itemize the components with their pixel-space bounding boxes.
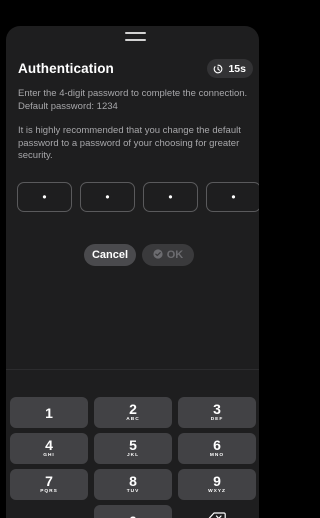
grabber-line (125, 39, 146, 41)
key-digit: 4 (45, 437, 53, 453)
pin-digit-field[interactable]: • (206, 182, 259, 212)
key-7[interactable]: 7 PQRS (10, 469, 88, 500)
ok-button-label: OK (166, 249, 184, 261)
key-9[interactable]: 9 WXYZ (178, 469, 256, 500)
key-digit: 8 (129, 473, 137, 489)
grabber-line (125, 32, 146, 34)
backspace-icon (208, 511, 226, 518)
key-2[interactable]: 2 ABC (94, 397, 172, 428)
key-digit: 5 (129, 437, 137, 453)
key-digit: 6 (213, 437, 221, 453)
key-letters: TUV (126, 489, 140, 494)
countdown-timer: 15s (207, 59, 253, 78)
key-letters: MNO (209, 453, 225, 458)
ok-button[interactable]: OK (142, 244, 194, 266)
delete-key[interactable] (178, 505, 256, 518)
timer-value: 15s (228, 62, 246, 75)
key-letters: DEF (210, 417, 224, 422)
key-letters: WXYZ (208, 489, 226, 494)
key-digit: 9 (213, 473, 221, 489)
authentication-sheet: Authentication 15s Enter the 4-digit pas… (6, 26, 259, 518)
key-3[interactable]: 3 DEF (178, 397, 256, 428)
key-letters: GHI (43, 453, 55, 458)
key-5[interactable]: 5 JKL (94, 433, 172, 464)
key-letters: ABC (126, 417, 140, 422)
key-4[interactable]: 4 GHI (10, 433, 88, 464)
key-digit: 2 (129, 401, 137, 417)
recommendation-text: It is highly recommended that you change… (18, 125, 241, 161)
key-6[interactable]: 6 MNO (178, 433, 256, 464)
cancel-button-label: Cancel (91, 249, 129, 261)
key-8[interactable]: 8 TUV (94, 469, 172, 500)
sheet-title: Authentication (18, 61, 114, 76)
key-letters: PQRS (40, 489, 58, 494)
instruction-text: Enter the 4-digit password to complete t… (18, 88, 248, 112)
key-digit: 0 (129, 514, 137, 518)
key-digit: 1 (45, 404, 53, 421)
key-letters: JKL (126, 453, 140, 458)
pin-digit-field[interactable]: • (80, 182, 135, 212)
pin-digit-field[interactable]: • (17, 182, 72, 212)
key-digit: 7 (45, 473, 53, 489)
key-1[interactable]: 1 (10, 397, 88, 428)
pin-digit-field[interactable]: • (143, 182, 198, 212)
timer-icon (213, 64, 223, 74)
key-0[interactable]: 0 (94, 505, 172, 518)
key-digit: 3 (213, 401, 221, 417)
cancel-button[interactable]: Cancel (84, 244, 136, 266)
check-circle-icon (153, 248, 163, 262)
numeric-keypad: 1 2 ABC 3 DEF 4 GHI 5 JKL 6 MNO 7 PQRS 8 (6, 369, 259, 518)
pin-input-row: • • • • (17, 182, 259, 212)
